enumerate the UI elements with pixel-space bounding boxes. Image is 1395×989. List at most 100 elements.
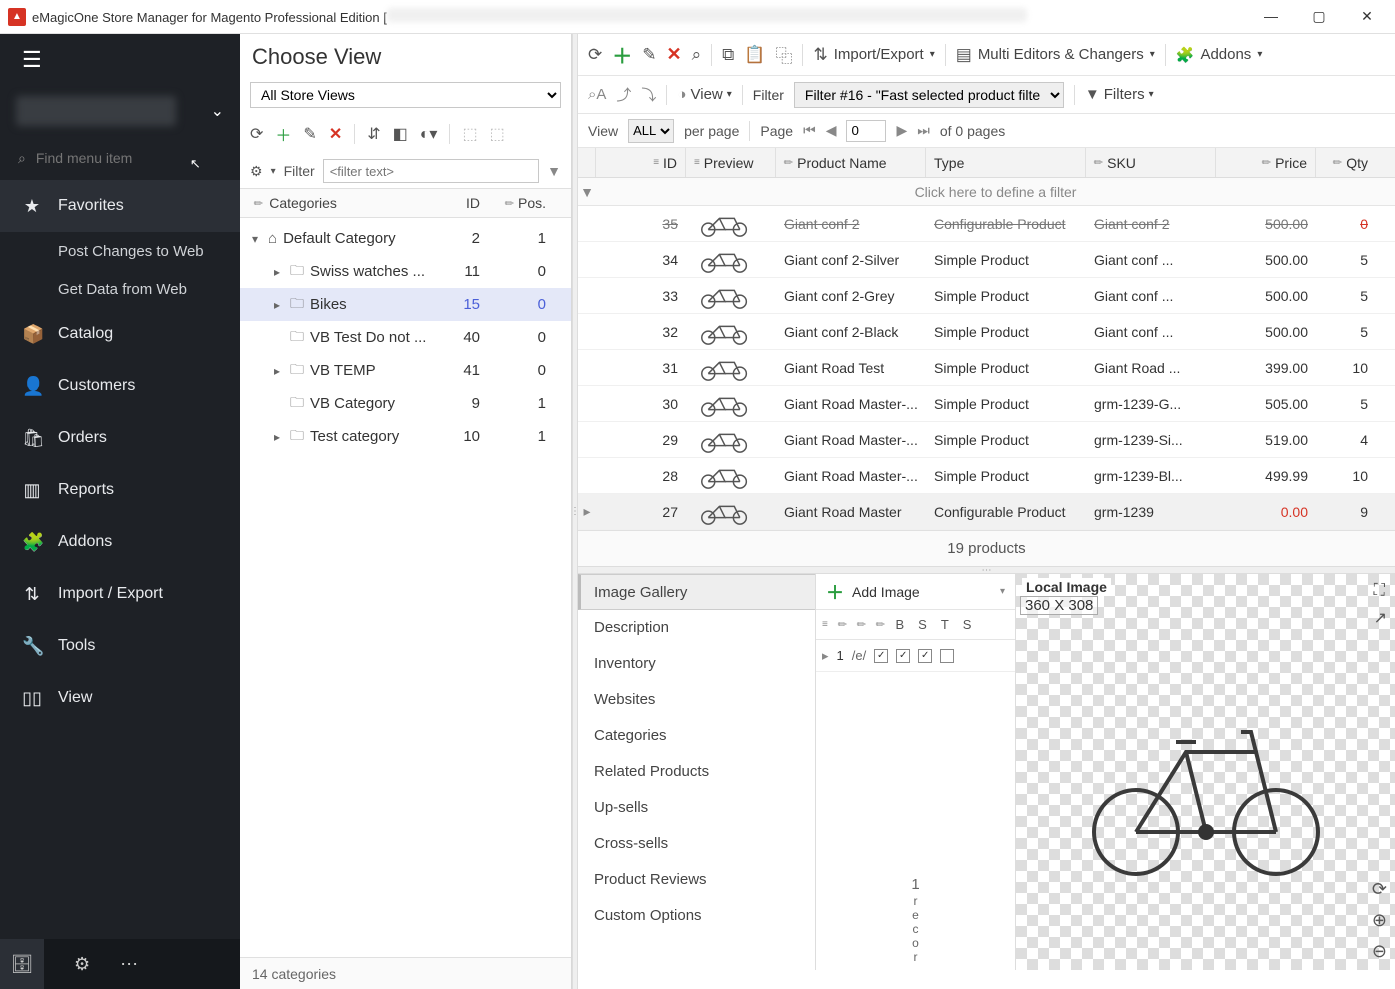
pager-prev-icon[interactable]: ◀: [826, 122, 837, 139]
product-image: [1016, 574, 1395, 970]
expand-toggle[interactable]: ▸: [270, 364, 284, 378]
visibility-icon[interactable]: ◐▾: [420, 124, 438, 144]
sidebar-item-customers[interactable]: 👤Customers: [0, 360, 240, 412]
sidebar-item-reports[interactable]: ▥Reports: [0, 464, 240, 516]
more-icon[interactable]: ⋯: [120, 954, 138, 975]
category-pos: 1: [490, 395, 560, 412]
edit-product-icon[interactable]: ✎: [642, 45, 656, 65]
gear-icon[interactable]: ⚙: [250, 163, 263, 180]
category-row[interactable]: ▸🗀Bikes150: [240, 288, 571, 321]
search-product-icon[interactable]: ⌕: [692, 45, 702, 65]
product-row[interactable]: 30Giant Road Master-...Simple Productgrm…: [578, 386, 1395, 422]
add-icon[interactable]: ＋: [275, 122, 291, 146]
category-row[interactable]: 🗀VB Category91: [240, 387, 571, 420]
product-row[interactable]: 31Giant Road TestSimple ProductGiant Roa…: [578, 350, 1395, 386]
product-row[interactable]: 28Giant Road Master-...Simple Productgrm…: [578, 458, 1395, 494]
import-export-button[interactable]: ⇅Import/Export▾: [813, 45, 934, 65]
sidebar-item-catalog[interactable]: 📦Catalog: [0, 308, 240, 360]
detail-tab-websites[interactable]: Websites: [578, 682, 815, 718]
sidebar-item-import-export[interactable]: ⇅Import / Export: [0, 568, 240, 620]
category-row[interactable]: 🗀VB Test Do not ...400: [240, 321, 571, 354]
paste-icon[interactable]: 📋: [744, 45, 765, 65]
copy-icon[interactable]: ⧉: [722, 45, 734, 65]
view-mode-button[interactable]: ◑View▾: [677, 86, 731, 103]
expand-toggle[interactable]: ▸: [270, 265, 284, 279]
folder-icon: 🗀: [290, 392, 304, 416]
sidebar-item-view[interactable]: ▯▯View: [0, 672, 240, 724]
category-row[interactable]: ▾⌂Default Category21: [240, 222, 571, 255]
checkbox-s2[interactable]: [940, 649, 954, 663]
detail-tab-product-reviews[interactable]: Product Reviews: [578, 862, 815, 898]
add-product-icon[interactable]: ＋: [612, 40, 632, 69]
nav-icon: ▥: [22, 480, 42, 501]
funnel-icon[interactable]: ▼: [547, 163, 561, 179]
cell-id: 31: [596, 350, 686, 385]
checkbox-t[interactable]: ✓: [918, 649, 932, 663]
product-row[interactable]: 32Giant conf 2-BlackSimple ProductGiant …: [578, 314, 1395, 350]
store-selector[interactable]: ⌄: [0, 86, 240, 136]
sidebar-sub-post-changes[interactable]: Post Changes to Web: [0, 232, 240, 270]
sidebar-bottom-store-button[interactable]: 🗄: [0, 939, 44, 989]
product-row[interactable]: 35Giant conf 2Configurable ProductGiant …: [578, 206, 1395, 242]
product-row[interactable]: 33Giant conf 2-GreySimple ProductGiant c…: [578, 278, 1395, 314]
grid-filter-row[interactable]: ▼ Click here to define a filter: [578, 178, 1395, 206]
detail-tab-cross-sells[interactable]: Cross-sells: [578, 826, 815, 862]
product-row[interactable]: 29Giant Road Master-...Simple Productgrm…: [578, 422, 1395, 458]
category-row[interactable]: ▸🗀Test category101: [240, 420, 571, 453]
pager-next-icon[interactable]: ▶: [896, 122, 907, 139]
detail-tab-inventory[interactable]: Inventory: [578, 646, 815, 682]
window-close-button[interactable]: ✕: [1355, 8, 1379, 25]
sidebar-item-favorites[interactable]: ★ Favorites: [0, 180, 240, 232]
product-row[interactable]: 34Giant conf 2-SilverSimple ProductGiant…: [578, 242, 1395, 278]
pager-per-page-label: per page: [684, 123, 739, 139]
clone-icon[interactable]: ⿻: [775, 42, 792, 67]
window-maximize-button[interactable]: ▢: [1307, 8, 1331, 25]
add-image-button[interactable]: ＋ Add Image ▾: [816, 574, 1015, 610]
export-icon[interactable]: ⤴: [616, 84, 631, 105]
expand-toggle[interactable]: ▸: [270, 298, 284, 312]
checkbox-s[interactable]: ✓: [896, 649, 910, 663]
delete-icon[interactable]: ✕: [329, 124, 342, 144]
detail-tab-description[interactable]: Description: [578, 610, 815, 646]
expand-icon[interactable]: ◧: [393, 124, 408, 144]
sidebar-item-addons[interactable]: 🧩Addons: [0, 516, 240, 568]
detail-tab-categories[interactable]: Categories: [578, 718, 815, 754]
edit-icon[interactable]: ✎: [303, 124, 316, 144]
expand-toggle[interactable]: ▾: [248, 232, 262, 246]
detail-tab-up-sells[interactable]: Up-sells: [578, 790, 815, 826]
pager-first-icon[interactable]: ⏮: [803, 122, 816, 139]
detail-tab-related-products[interactable]: Related Products: [578, 754, 815, 790]
detail-tab-image-gallery[interactable]: Image Gallery: [578, 574, 815, 610]
expand-toggle[interactable]: ▸: [270, 430, 284, 444]
filters-button[interactable]: ▼Filters▾: [1085, 86, 1154, 103]
import-icon[interactable]: ⤵: [641, 84, 656, 105]
pager-page-input[interactable]: [846, 120, 886, 142]
delete-product-icon[interactable]: ✕: [667, 44, 682, 65]
pager-last-icon[interactable]: ⏭: [917, 122, 930, 139]
pager-size-select[interactable]: ALL: [628, 119, 674, 143]
addons-button[interactable]: 🧩Addons▾: [1176, 46, 1263, 64]
image-row[interactable]: ▸ 1 /e/ ✓ ✓ ✓: [816, 640, 1015, 672]
sidebar-item-tools[interactable]: 🔧Tools: [0, 620, 240, 672]
category-row[interactable]: ▸🗀VB TEMP410: [240, 354, 571, 387]
refresh-icon[interactable]: ⟳: [588, 45, 602, 65]
find-icon[interactable]: ⌕A: [588, 86, 606, 103]
move-icon[interactable]: ⇵: [367, 124, 380, 144]
filter-select[interactable]: Filter #16 - "Fast selected product filt…: [794, 82, 1064, 108]
sidebar-item-orders[interactable]: 🛍Orders: [0, 412, 240, 464]
category-row[interactable]: ▸🗀Swiss watches ...110: [240, 255, 571, 288]
checkbox-b[interactable]: ✓: [874, 649, 888, 663]
product-row[interactable]: ▸27Giant Road MasterConfigurable Product…: [578, 494, 1395, 530]
pager-page-label: Page: [760, 123, 793, 139]
hamburger-menu-button[interactable]: ☰: [0, 34, 240, 86]
refresh-icon[interactable]: ⟳: [250, 124, 263, 144]
detail-tab-custom-options[interactable]: Custom Options: [578, 898, 815, 934]
horizontal-splitter[interactable]: ⋯: [578, 566, 1395, 574]
multi-editors-button[interactable]: ▤Multi Editors & Changers▾: [956, 45, 1155, 65]
gear-icon[interactable]: ⚙: [74, 954, 90, 975]
window-minimize-button[interactable]: ―: [1259, 8, 1283, 25]
store-view-select[interactable]: All Store Views: [250, 82, 561, 108]
sidebar-sub-get-data[interactable]: Get Data from Web: [0, 270, 240, 308]
category-filter-input[interactable]: [323, 159, 539, 183]
sidebar-search-input[interactable]: [36, 150, 186, 166]
